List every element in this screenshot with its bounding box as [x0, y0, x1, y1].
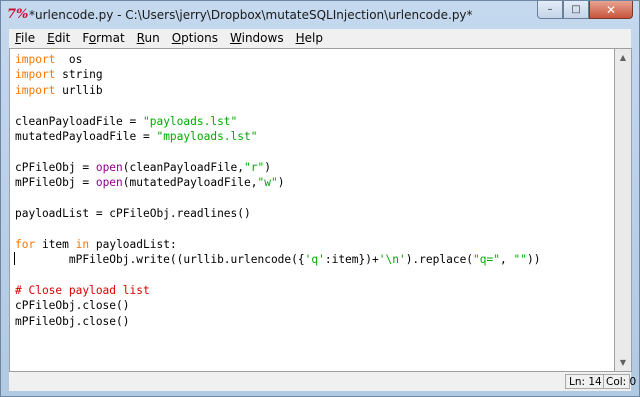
code-line[interactable]: mPFileObj.write((urllib.urlencode({'q':i…	[15, 252, 541, 267]
code-token: import	[15, 68, 56, 82]
code-line[interactable]: mPFileObj.close()	[15, 314, 540, 329]
code-token: ).replace(	[405, 253, 474, 267]
code-token: ,	[500, 253, 514, 267]
code-token: import	[15, 83, 56, 97]
scroll-up-icon[interactable]: ▲	[615, 49, 631, 66]
code-token: "r"	[244, 160, 265, 174]
code-text[interactable]: import os import string import urllib clea…	[15, 52, 540, 329]
code-line[interactable]: payloadList = cPFileObj.readlines()	[15, 206, 540, 221]
menu-run[interactable]: Run	[131, 29, 166, 48]
code-token: "w"	[257, 176, 278, 190]
close-button[interactable]: ✕	[589, 1, 633, 19]
code-token: 'q'	[304, 253, 325, 267]
python-idle-icon: 7%	[7, 7, 29, 22]
code-line[interactable]	[15, 98, 540, 113]
code-line[interactable]	[15, 144, 540, 159]
code-token: )	[264, 160, 271, 174]
maximize-button[interactable]: □	[563, 1, 589, 19]
code-token: '\n'	[378, 253, 406, 267]
code-token: payloadList = cPFileObj.readlines()	[15, 206, 251, 220]
status-bar: Ln: 14 Col: 0	[9, 372, 636, 391]
code-token: mPFileObj =	[15, 176, 96, 190]
code-token: cPFileObj.close()	[15, 299, 130, 313]
code-token: ))	[526, 253, 541, 267]
title-bar[interactable]: 7% *urlencode.py - C:\Users\jerry\Dropbo…	[1, 1, 639, 29]
code-token: :item})+	[324, 253, 379, 267]
code-token: mPFileObj.close()	[15, 314, 130, 328]
code-token: item	[35, 237, 76, 251]
code-line[interactable]: # Close payload list	[15, 283, 540, 298]
idle-editor-window: 7% *urlencode.py - C:\Users\jerry\Dropbo…	[0, 0, 640, 397]
code-token: in	[75, 237, 90, 251]
code-token: cPFileObj =	[15, 160, 96, 174]
code-token: )	[277, 176, 285, 190]
code-line[interactable]: mPFileObj = open(mutatedPayloadFile,"w")	[15, 175, 540, 190]
code-token: ""	[513, 253, 527, 267]
code-line[interactable]: for item in payloadList:	[15, 237, 540, 252]
code-line[interactable]: import os	[15, 52, 540, 67]
code-token: import	[15, 53, 56, 66]
code-token: "q="	[473, 253, 500, 267]
code-line[interactable]: import string	[15, 67, 540, 82]
code-line[interactable]	[15, 221, 540, 236]
code-line[interactable]: mutatedPayloadFile = "mpayloads.lst"	[15, 129, 540, 144]
code-token: for	[15, 237, 36, 251]
menu-bar: File Edit Format Run Options Windows Hel…	[9, 29, 631, 48]
code-token: mPFileObj.write((urllib.urlencode({	[15, 253, 305, 267]
menu-format[interactable]: Format	[76, 29, 130, 48]
code-token: cleanPayloadFile =	[15, 114, 143, 128]
vertical-scrollbar[interactable]: ▲ ▼	[615, 48, 632, 372]
code-token: open	[95, 160, 123, 174]
menu-help[interactable]: Help	[290, 29, 329, 48]
code-line[interactable]: cPFileObj.close()	[15, 298, 540, 313]
code-token: payloadList:	[89, 237, 177, 251]
menu-windows[interactable]: Windows	[224, 29, 290, 48]
code-line[interactable]	[15, 191, 540, 206]
code-token: # Close payload list	[15, 283, 150, 297]
menu-file[interactable]: File	[9, 29, 41, 48]
menu-options[interactable]: Options	[166, 29, 224, 48]
code-token: "payloads.lst"	[142, 114, 238, 128]
code-token: os	[55, 53, 83, 66]
code-token: string	[55, 68, 103, 82]
minimize-button[interactable]: –	[537, 1, 563, 19]
column-status: Col: 0	[603, 374, 636, 389]
caption-buttons: – □ ✕	[537, 1, 633, 21]
scroll-down-icon[interactable]: ▼	[615, 354, 631, 371]
line-number-status: Ln: 14	[565, 374, 606, 389]
code-token: mutatedPayloadFile =	[15, 129, 157, 143]
code-token: "mpayloads.lst"	[156, 129, 258, 143]
code-token: (mutatedPayloadFile,	[122, 176, 258, 190]
text-cursor	[14, 252, 15, 265]
code-token: urllib	[55, 83, 103, 97]
code-line[interactable]: cleanPayloadFile = "payloads.lst"	[15, 114, 540, 129]
code-line[interactable]: cPFileObj = open(cleanPayloadFile,"r")	[15, 160, 540, 175]
code-token: open	[95, 176, 123, 190]
code-token: (cleanPayloadFile,	[122, 160, 245, 174]
code-line[interactable]	[15, 267, 540, 282]
window-title: *urlencode.py - C:\Users\jerry\Dropbox\m…	[29, 8, 473, 22]
code-editor[interactable]: import os import string import urllib clea…	[9, 48, 615, 372]
menu-edit[interactable]: Edit	[41, 29, 76, 48]
code-line[interactable]: import urllib	[15, 83, 540, 98]
